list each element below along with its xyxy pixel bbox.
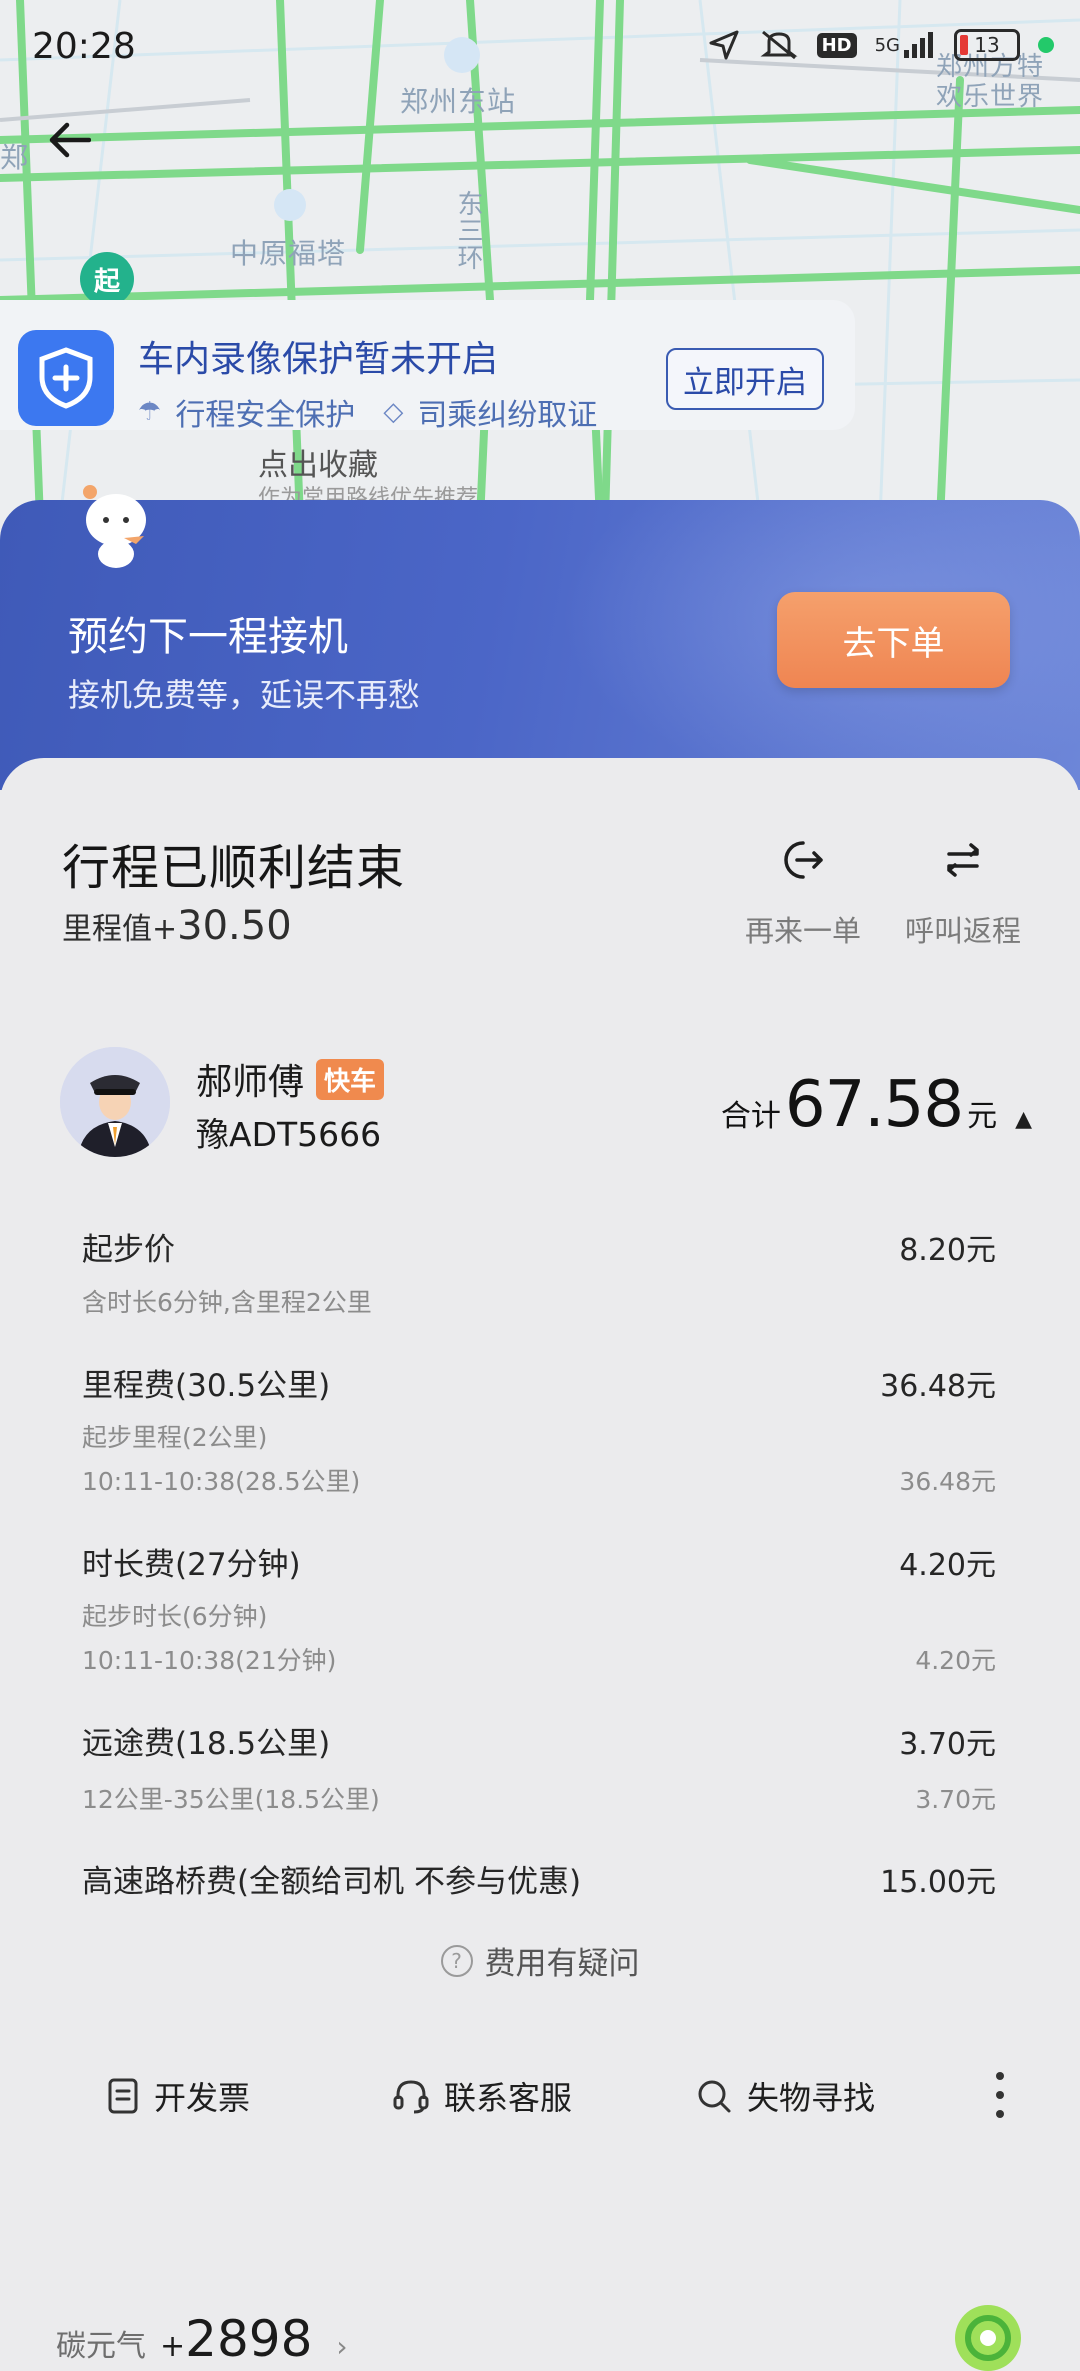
carbon-plus: +	[160, 2329, 186, 2364]
lost-items-button[interactable]: 失物寻找	[695, 2073, 875, 2119]
fee-sub-row: 起步时长(6分钟)	[82, 1602, 268, 1631]
fee-name: 里程费(30.5公里)	[82, 1368, 331, 1404]
fee-row-duration: 时长费(27分钟) 4.20元	[82, 1539, 996, 1584]
fee-question-label: 费用有疑问	[484, 1946, 640, 1982]
map-label-tower: 中原福塔	[230, 237, 347, 270]
invoice-label: 开发票	[154, 2079, 251, 2117]
carbon-leaf-icon[interactable]	[955, 2305, 1021, 2371]
driver-name: 郝师傅	[196, 1062, 305, 1103]
recording-tags: ☂ 行程安全保护 ◇ 司乘纠纷取证	[138, 390, 597, 434]
back-button[interactable]	[40, 110, 100, 170]
fee-row-long-distance: 远途费(18.5公里) 3.70元	[82, 1718, 996, 1763]
enable-recording-button[interactable]: 立即开启	[666, 348, 824, 410]
mileage-points: 里程值+30.50	[62, 903, 292, 949]
mascot-icon	[83, 485, 146, 568]
fee-name: 高速路桥费(全额给司机 不参与优惠)	[82, 1864, 582, 1900]
diamond-icon: ◇	[383, 397, 404, 427]
start-marker[interactable]: 起	[80, 252, 134, 306]
headset-icon	[393, 2080, 429, 2114]
fee-row-base: 起步价 8.20元	[82, 1224, 996, 1269]
reorder-label: 再来一单	[744, 914, 861, 948]
total-prefix: 合计	[720, 1099, 781, 1134]
invoice-icon	[108, 2078, 138, 2114]
fee-sub-row: 起步里程(2公里)	[82, 1423, 268, 1452]
signal-icon: 5G	[875, 30, 936, 60]
carbon-label: 碳元气	[56, 2329, 146, 2364]
recording-tag-evidence: 司乘纠纷取证	[417, 398, 598, 433]
umbrella-icon: ☂	[138, 397, 162, 427]
fee-sub-row: 10:11-10:38(21分钟) 4.20元	[82, 1646, 996, 1675]
status-bar: 20:28 HD 5G 13	[0, 0, 1080, 95]
banner-title: 预约下一程接机	[68, 614, 348, 660]
recording-title: 车内录像保护暂未开启	[138, 339, 499, 380]
chevron-right-icon: ›	[336, 2330, 348, 2363]
fee-row-toll: 高速路桥费(全额给司机 不参与优惠) 15.00元	[82, 1856, 996, 1901]
exit-arrow-icon	[733, 832, 873, 888]
return-trip-button[interactable]: 呼叫返程	[893, 832, 1033, 950]
fee-name: 远途费(18.5公里)	[82, 1726, 331, 1762]
status-time: 20:28	[32, 26, 136, 67]
map-label-ring: 东三环	[453, 190, 483, 271]
place-order-button[interactable]: 去下单	[777, 592, 1010, 688]
arrow-left-icon	[49, 122, 91, 158]
fee-value: 8.20元	[899, 1233, 996, 1268]
fee-question-link[interactable]: ? 费用有疑问	[0, 1938, 1080, 1983]
question-icon: ?	[440, 1944, 473, 1977]
customer-service-button[interactable]: 联系客服	[392, 2073, 572, 2119]
fee-sub-row: 12公里-35公里(18.5公里) 3.70元	[82, 1785, 996, 1814]
fee-sub-row: 10:11-10:38(28.5公里) 36.48元	[82, 1467, 996, 1496]
customer-service-label: 联系客服	[444, 2079, 573, 2117]
fare-total[interactable]: 合计 67.58 元 ▲	[721, 1068, 1032, 1142]
mute-icon	[759, 28, 799, 62]
driver-name-row: 郝师傅 快车	[196, 1053, 385, 1105]
trip-status-title: 行程已顺利结束	[62, 840, 406, 896]
privacy-dot-icon	[1038, 37, 1054, 53]
hd-icon: HD	[816, 32, 857, 58]
fee-row-distance: 里程费(30.5公里) 36.48元	[82, 1360, 996, 1405]
fee-name: 起步价	[82, 1232, 175, 1268]
caret-up-icon[interactable]: ▲	[1015, 1107, 1032, 1132]
swap-icon	[893, 832, 1033, 888]
carbon-points[interactable]: 碳元气 +2898 ›	[56, 2310, 348, 2368]
carbon-value: 2898	[185, 2310, 313, 2368]
return-trip-label: 呼叫返程	[904, 914, 1021, 948]
invoice-button[interactable]: 开发票	[106, 2073, 250, 2119]
fee-value: 3.70元	[899, 1727, 996, 1762]
search-icon	[698, 2080, 731, 2113]
lost-items-label: 失物寻找	[747, 2079, 876, 2117]
more-icon[interactable]	[990, 2072, 1010, 2118]
fee-value: 15.00元	[880, 1865, 996, 1900]
fee-value: 36.48元	[880, 1369, 996, 1404]
fee-note: 含时长6分钟,含里程2公里	[82, 1288, 372, 1317]
service-badge: 快车	[316, 1058, 385, 1100]
shield-icon	[18, 330, 114, 426]
total-amount: 67.58	[784, 1068, 964, 1142]
fee-name: 时长费(27分钟)	[82, 1547, 301, 1583]
peek-title: 点出收藏	[258, 448, 378, 483]
battery-icon: 13	[954, 29, 1020, 61]
location-icon	[707, 28, 741, 62]
recording-tag-safety: 行程安全保护	[175, 398, 356, 433]
map-label-edge: 郑	[0, 141, 30, 174]
driver-avatar[interactable]	[60, 1047, 170, 1157]
total-unit: 元	[967, 1099, 998, 1134]
reorder-button[interactable]: 再来一单	[733, 832, 873, 950]
license-plate: 豫ADT5666	[196, 1115, 382, 1154]
fee-value: 4.20元	[899, 1548, 996, 1583]
banner-subtitle: 接机免费等，延误不再愁	[68, 676, 421, 714]
